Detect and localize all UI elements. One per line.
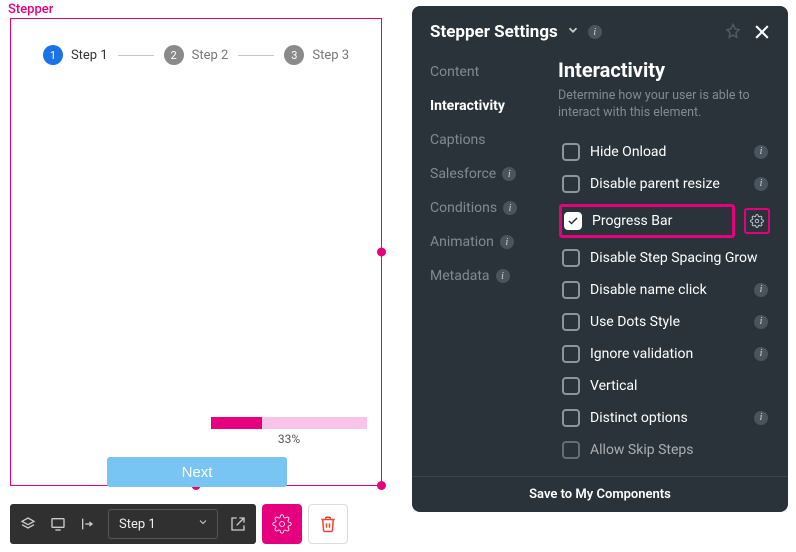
open-external-icon[interactable] bbox=[228, 514, 248, 534]
checkbox[interactable] bbox=[562, 377, 580, 395]
panel-header: Stepper Settings i bbox=[412, 6, 788, 54]
nav-interactivity[interactable]: Interactivity bbox=[430, 98, 552, 114]
info-icon[interactable]: i bbox=[500, 235, 514, 249]
nav-label: Salesforce bbox=[430, 166, 496, 182]
panel-nav: Content Interactivity Captions Salesforc… bbox=[412, 54, 552, 476]
option-label: Distinct options bbox=[590, 410, 744, 426]
screen-icon[interactable] bbox=[48, 514, 68, 534]
delete-button[interactable] bbox=[308, 504, 348, 544]
option-label: Disable Step Spacing Grow bbox=[590, 250, 768, 266]
resize-handle-right[interactable] bbox=[377, 248, 386, 257]
option-ignore-validation[interactable]: Ignore validation i bbox=[558, 338, 772, 370]
progress-fill bbox=[211, 417, 262, 429]
checkbox-checked[interactable] bbox=[564, 212, 582, 230]
step-label: Step 2 bbox=[192, 48, 229, 63]
settings-button[interactable] bbox=[262, 504, 302, 544]
info-icon[interactable]: i bbox=[754, 347, 768, 361]
steps-row: 1 Step 1 2 Step 2 3 Step 3 bbox=[11, 19, 381, 65]
component-toolbar: Step 1 bbox=[10, 502, 382, 546]
nav-label: Animation bbox=[430, 234, 494, 250]
panel-content[interactable]: Interactivity Determine how your user is… bbox=[552, 54, 788, 476]
info-icon[interactable]: i bbox=[496, 269, 510, 283]
option-label: Hide Onload bbox=[590, 144, 744, 160]
option-hide-onload[interactable]: Hide Onload i bbox=[558, 136, 772, 168]
info-icon[interactable]: i bbox=[503, 201, 517, 215]
section-subtitle: Determine how your user is able to inter… bbox=[558, 88, 772, 122]
progress-bar: 33% bbox=[211, 417, 367, 446]
checkbox[interactable] bbox=[562, 313, 580, 331]
option-label: Disable parent resize bbox=[590, 176, 744, 192]
option-allow-skip[interactable]: Allow Skip Steps bbox=[558, 434, 772, 466]
info-icon[interactable]: i bbox=[588, 25, 602, 39]
next-button[interactable]: Next bbox=[107, 457, 287, 487]
info-icon[interactable]: i bbox=[754, 315, 768, 329]
chevron-down-icon bbox=[197, 516, 209, 532]
option-disable-step-spacing[interactable]: Disable Step Spacing Grow bbox=[558, 242, 772, 274]
step-number-badge: 3 bbox=[284, 45, 304, 65]
step-1[interactable]: 1 Step 1 bbox=[43, 45, 108, 65]
option-progress-bar[interactable]: Progress Bar bbox=[560, 205, 734, 237]
nav-label: Metadata bbox=[430, 268, 490, 284]
step-number-badge: 1 bbox=[43, 45, 63, 65]
step-3[interactable]: 3 Step 3 bbox=[284, 45, 349, 65]
info-icon[interactable]: i bbox=[754, 411, 768, 425]
info-icon[interactable]: i bbox=[754, 145, 768, 159]
save-to-components-button[interactable]: Save to My Components bbox=[412, 476, 788, 512]
step-label: Step 3 bbox=[312, 48, 349, 63]
option-label: Allow Skip Steps bbox=[590, 442, 768, 458]
close-button[interactable] bbox=[750, 20, 774, 44]
checkbox[interactable] bbox=[562, 345, 580, 363]
nav-salesforce[interactable]: Salesforce i bbox=[430, 166, 552, 182]
stepper-component[interactable]: 1 Step 1 2 Step 2 3 Step 3 33% Next bbox=[10, 18, 382, 486]
step-dropdown[interactable]: Step 1 bbox=[108, 509, 218, 539]
toolbar-dark-group: Step 1 bbox=[10, 504, 256, 544]
nav-metadata[interactable]: Metadata i bbox=[430, 268, 552, 284]
option-disable-name-click[interactable]: Disable name click i bbox=[558, 274, 772, 306]
step-label: Step 1 bbox=[71, 48, 108, 63]
checkbox[interactable] bbox=[562, 175, 580, 193]
step-number-badge: 2 bbox=[164, 45, 184, 65]
checkbox[interactable] bbox=[562, 441, 580, 459]
checkbox[interactable] bbox=[562, 249, 580, 267]
progress-text: 33% bbox=[211, 432, 367, 446]
info-icon[interactable]: i bbox=[754, 283, 768, 297]
checkbox[interactable] bbox=[562, 143, 580, 161]
nav-captions[interactable]: Captions bbox=[430, 132, 552, 148]
panel-title[interactable]: Stepper Settings bbox=[430, 22, 558, 42]
info-icon[interactable]: i bbox=[502, 167, 516, 181]
nav-conditions[interactable]: Conditions i bbox=[430, 200, 552, 216]
option-label: Vertical bbox=[590, 378, 768, 394]
checkbox[interactable] bbox=[562, 409, 580, 427]
settings-panel: Stepper Settings i Content Interactivity… bbox=[412, 6, 788, 512]
option-label: Use Dots Style bbox=[590, 314, 744, 330]
step-2[interactable]: 2 Step 2 bbox=[164, 45, 229, 65]
chevron-down-icon[interactable] bbox=[566, 23, 580, 41]
step-connector bbox=[118, 55, 154, 56]
option-label: Progress Bar bbox=[592, 213, 730, 229]
checkbox[interactable] bbox=[562, 281, 580, 299]
nav-content[interactable]: Content bbox=[430, 64, 552, 80]
step-dropdown-value: Step 1 bbox=[119, 517, 156, 532]
option-settings-button[interactable] bbox=[744, 208, 770, 234]
nav-label: Conditions bbox=[430, 200, 497, 216]
option-use-dots-style[interactable]: Use Dots Style i bbox=[558, 306, 772, 338]
option-label: Disable name click bbox=[590, 282, 744, 298]
section-title: Interactivity bbox=[558, 58, 772, 82]
option-label: Ignore validation bbox=[590, 346, 744, 362]
option-vertical[interactable]: Vertical bbox=[558, 370, 772, 402]
align-left-icon[interactable] bbox=[78, 514, 98, 534]
step-connector bbox=[238, 55, 274, 56]
pin-icon[interactable] bbox=[724, 23, 742, 41]
progress-track bbox=[211, 417, 367, 429]
layers-icon[interactable] bbox=[18, 514, 38, 534]
info-icon[interactable]: i bbox=[754, 177, 768, 191]
resize-handle-corner[interactable] bbox=[377, 481, 386, 490]
option-disable-parent-resize[interactable]: Disable parent resize i bbox=[558, 168, 772, 200]
nav-animation[interactable]: Animation i bbox=[430, 234, 552, 250]
option-distinct-options[interactable]: Distinct options i bbox=[558, 402, 772, 434]
component-label: Stepper bbox=[8, 2, 53, 17]
